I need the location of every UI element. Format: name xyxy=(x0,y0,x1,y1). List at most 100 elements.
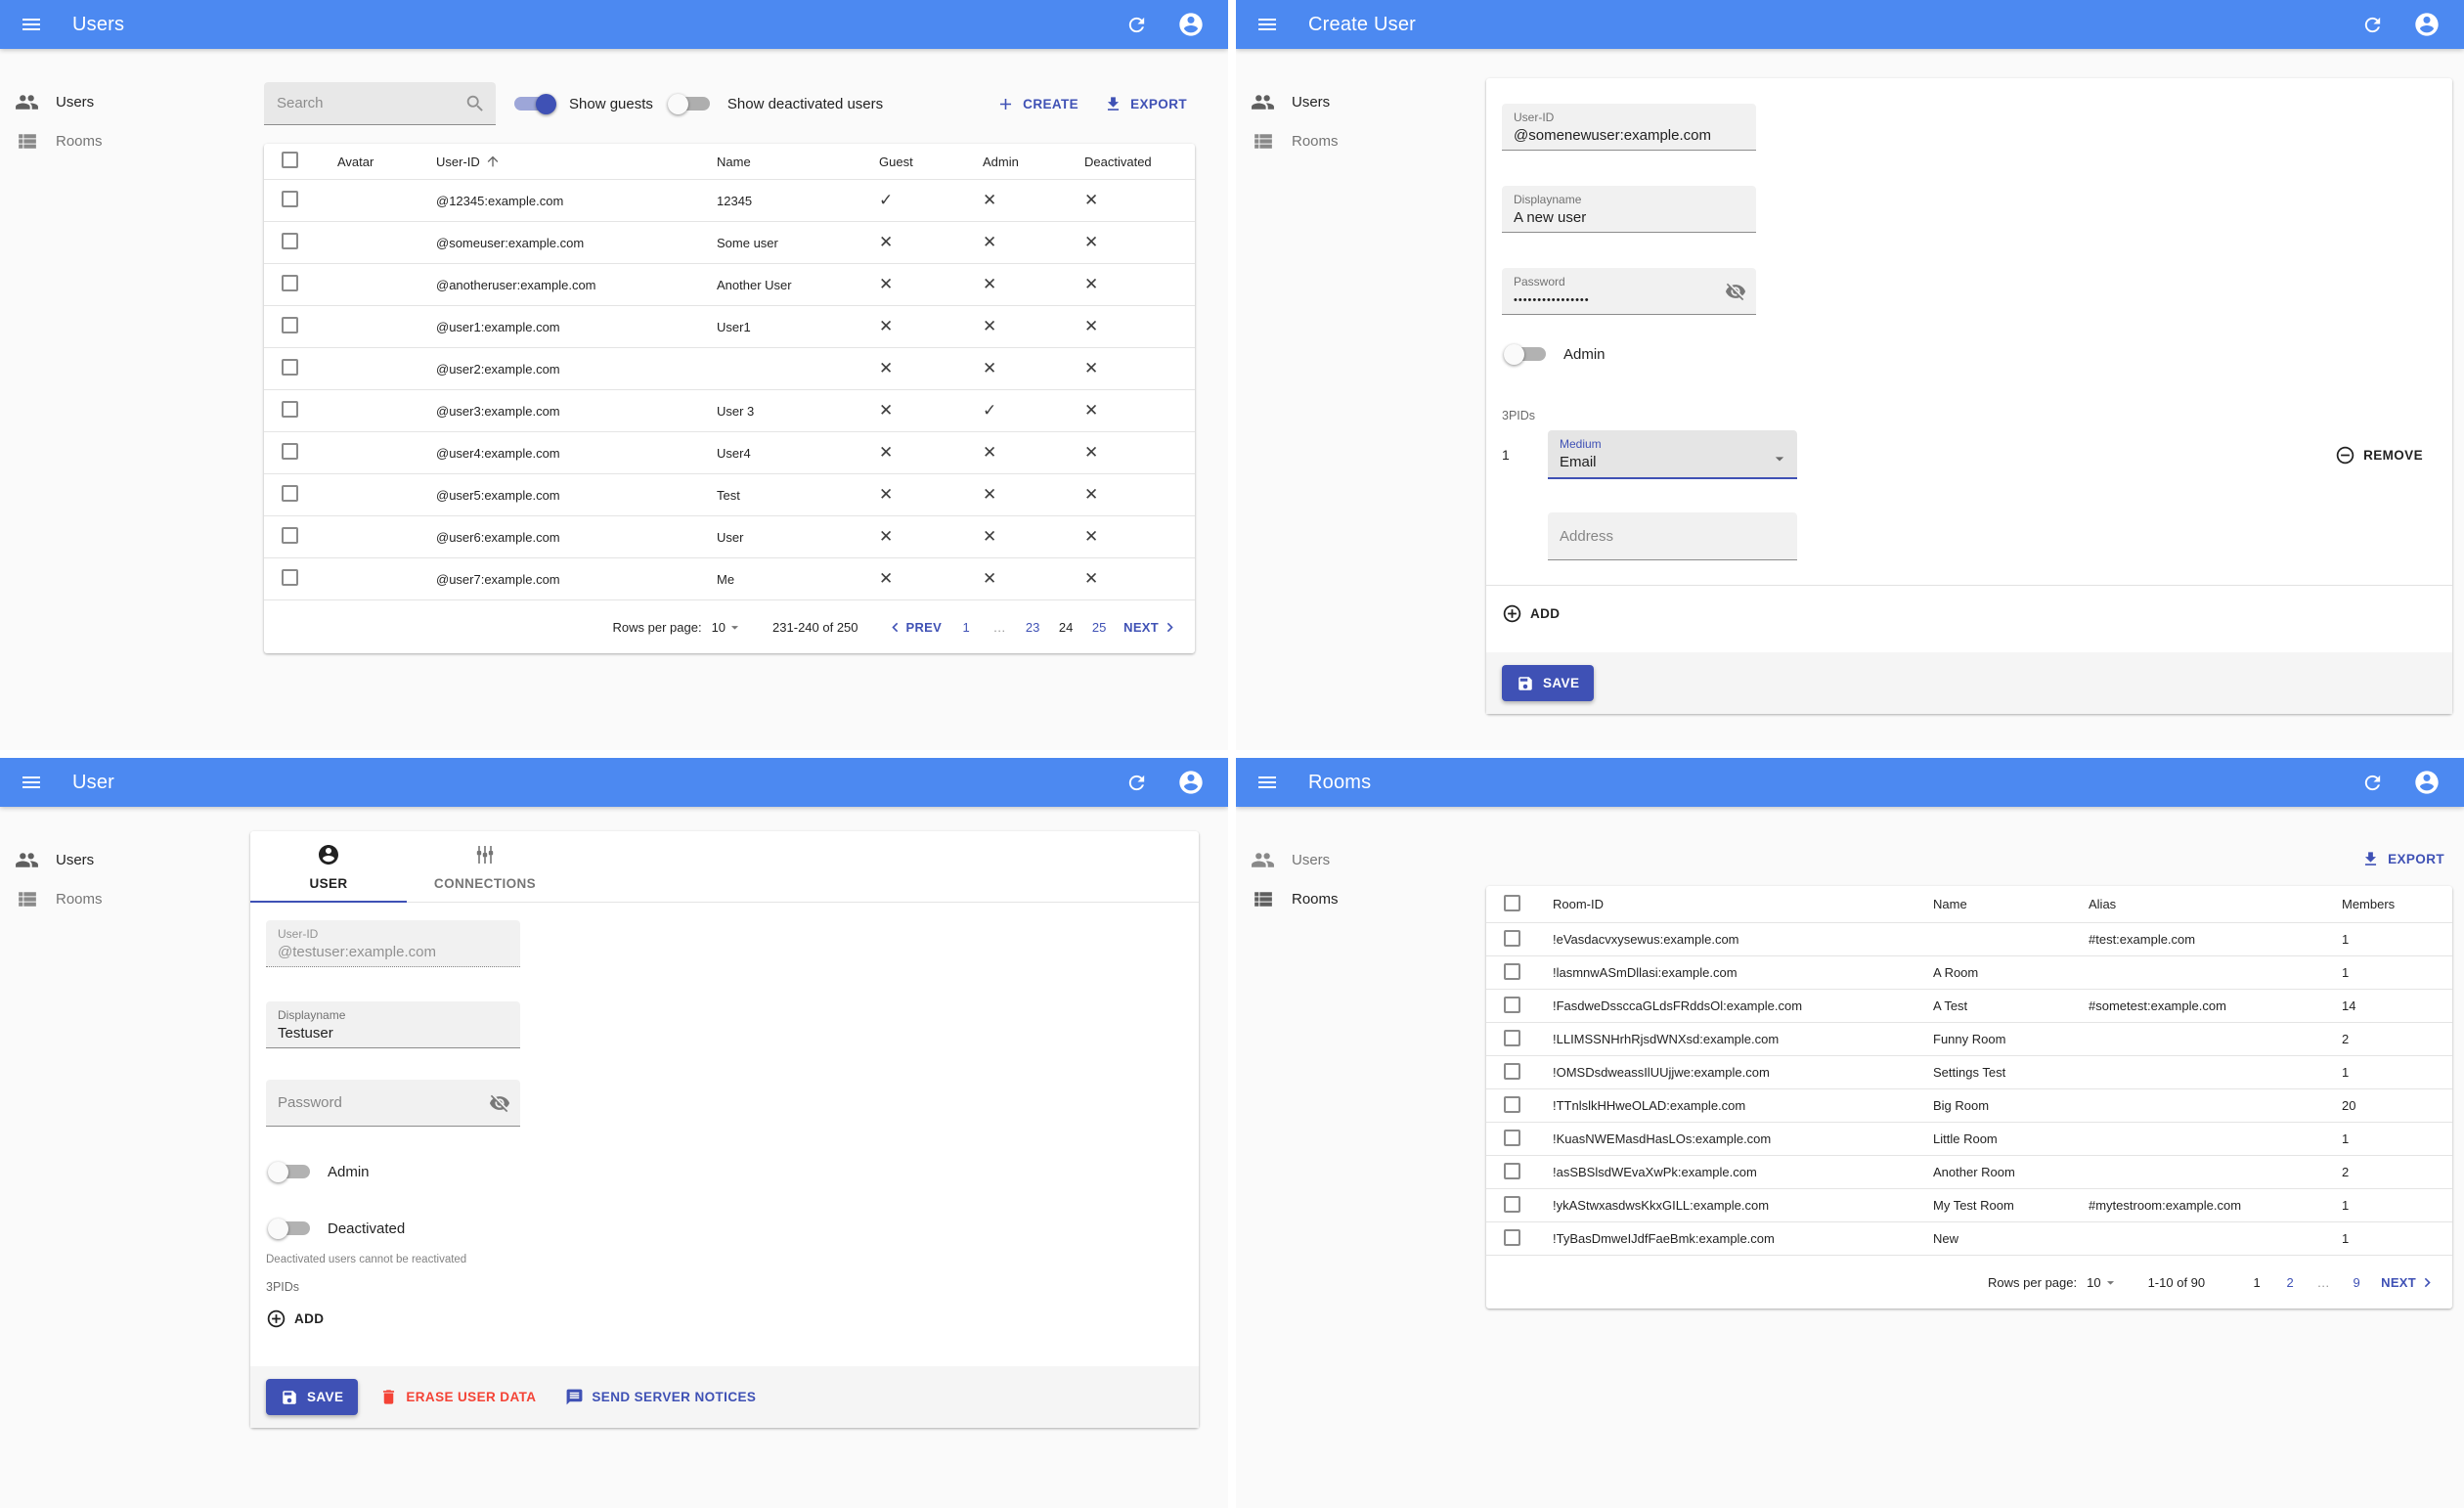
table-row[interactable]: !OMSDsdweassIlUUjjwe:example.com Setting… xyxy=(1486,1056,2452,1089)
menu-icon[interactable] xyxy=(20,13,43,36)
admin-toggle[interactable]: Admin xyxy=(1497,335,2437,373)
sidebar-item-rooms[interactable]: Rooms xyxy=(1236,121,1486,160)
page-link[interactable]: 2 xyxy=(2273,1275,2307,1290)
medium-select[interactable]: Medium Email xyxy=(1548,430,1797,479)
table-row[interactable]: @anotheruser:example.com Another User ✕ … xyxy=(264,264,1195,306)
prev-button[interactable]: PREV xyxy=(886,618,943,637)
displayname-field[interactable]: Displayname Testuser xyxy=(266,1001,520,1048)
refresh-icon[interactable] xyxy=(2361,14,2384,36)
table-row[interactable]: !asSBSlsdWEvaXwPk:example.com Another Ro… xyxy=(1486,1156,2452,1189)
sidebar-item-rooms[interactable]: Rooms xyxy=(0,121,250,160)
visibility-off-icon[interactable] xyxy=(1725,281,1746,302)
add-button[interactable]: ADD xyxy=(1494,598,1567,630)
account-icon[interactable] xyxy=(1177,11,1205,38)
row-checkbox[interactable] xyxy=(1504,1162,1520,1179)
table-row[interactable]: !ykAStwxasdwsKkxGILL:example.com My Test… xyxy=(1486,1189,2452,1222)
sidebar-item-users[interactable]: Users xyxy=(1236,82,1486,121)
address-field[interactable]: Address xyxy=(1548,512,1797,560)
row-checkbox[interactable] xyxy=(282,191,298,207)
tab-user[interactable]: USER xyxy=(250,831,407,903)
row-checkbox[interactable] xyxy=(1504,1029,1520,1046)
page-link[interactable]: 9 xyxy=(2340,1275,2373,1290)
refresh-icon[interactable] xyxy=(1125,772,1148,794)
row-checkbox[interactable] xyxy=(1504,1195,1520,1213)
row-checkbox[interactable] xyxy=(282,317,298,333)
rows-per-page-select[interactable]: 10 xyxy=(712,619,743,636)
refresh-icon[interactable] xyxy=(2361,772,2384,794)
sidebar-item-rooms[interactable]: Rooms xyxy=(0,879,250,918)
password-field[interactable]: Password xyxy=(266,1080,520,1127)
export-button[interactable]: EXPORT xyxy=(2354,844,2452,874)
send-server-notices-button[interactable]: SEND SERVER NOTICES xyxy=(557,1382,764,1412)
refresh-icon[interactable] xyxy=(1125,14,1148,36)
table-row[interactable]: !TyBasDmweIJdfFaeBmk:example.com New 1 xyxy=(1486,1222,2452,1256)
row-checkbox[interactable] xyxy=(1504,1129,1520,1146)
menu-icon[interactable] xyxy=(20,771,43,794)
table-row[interactable]: @user5:example.com Test ✕ ✕ ✕ xyxy=(264,474,1195,516)
password-field[interactable]: Password •••••••••••••••• xyxy=(1502,268,1756,315)
table-row[interactable]: !TTnlslkHHweOLAD:example.com Big Room 20 xyxy=(1486,1089,2452,1123)
table-row[interactable]: @user6:example.com User ✕ ✕ ✕ xyxy=(264,516,1195,558)
deactivated-toggle[interactable]: Deactivated xyxy=(261,1210,1183,1247)
row-checkbox[interactable] xyxy=(1504,929,1520,947)
row-checkbox[interactable] xyxy=(1504,996,1520,1013)
search-input[interactable]: Search xyxy=(264,82,496,125)
sidebar-item-rooms[interactable]: Rooms xyxy=(1236,879,1486,918)
account-icon[interactable] xyxy=(2413,11,2441,38)
row-checkbox[interactable] xyxy=(282,233,298,249)
row-checkbox[interactable] xyxy=(1504,1062,1520,1080)
row-checkbox[interactable] xyxy=(1504,962,1520,980)
sidebar-item-users[interactable]: Users xyxy=(0,840,250,879)
table-row[interactable]: !eVasdacvxysewus:example.com #test:examp… xyxy=(1486,923,2452,956)
select-all-checkbox[interactable] xyxy=(1504,894,1520,911)
table-row[interactable]: !LLIMSSNHrhRjsdWNXsd:example.com Funny R… xyxy=(1486,1023,2452,1056)
table-row[interactable]: !lasmnwASmDllasi:example.com A Room 1 xyxy=(1486,956,2452,990)
table-row[interactable]: !FasdweDssccaGLdsFRddsOl:example.com A T… xyxy=(1486,990,2452,1023)
export-button[interactable]: EXPORT xyxy=(1096,89,1195,119)
add-button[interactable]: ADD xyxy=(258,1303,331,1335)
row-checkbox[interactable] xyxy=(282,401,298,418)
displayname-field[interactable]: Displayname A new user xyxy=(1502,186,1756,233)
row-checkbox[interactable] xyxy=(282,569,298,586)
page-link[interactable]: 23 xyxy=(1016,620,1049,635)
account-icon[interactable] xyxy=(2413,769,2441,796)
show-guests-toggle[interactable]: Show guests xyxy=(503,85,653,122)
page-link[interactable]: 1 xyxy=(949,620,983,635)
show-deactivated-toggle[interactable]: Show deactivated users xyxy=(661,85,883,122)
row-checkbox[interactable] xyxy=(282,527,298,544)
row-checkbox[interactable] xyxy=(282,275,298,291)
col-user-id[interactable]: User-ID xyxy=(422,154,703,169)
next-button[interactable]: NEXT xyxy=(1123,618,1179,637)
row-checkbox[interactable] xyxy=(282,485,298,502)
page-link[interactable]: 25 xyxy=(1082,620,1116,635)
erase-user-data-button[interactable]: ERASE USER DATA xyxy=(372,1382,544,1412)
row-checkbox[interactable] xyxy=(1504,1228,1520,1246)
tab-connections[interactable]: CONNECTIONS xyxy=(407,831,563,902)
table-row[interactable]: @user1:example.com User1 ✕ ✕ ✕ xyxy=(264,306,1195,348)
remove-button[interactable]: REMOVE xyxy=(2327,439,2431,471)
sidebar-item-users[interactable]: Users xyxy=(1236,840,1486,879)
account-icon[interactable] xyxy=(1177,769,1205,796)
table-row[interactable]: @someuser:example.com Some user ✕ ✕ ✕ xyxy=(264,222,1195,264)
table-row[interactable]: !KuasNWEMasdHasLOs:example.com Little Ro… xyxy=(1486,1123,2452,1156)
visibility-off-icon[interactable] xyxy=(489,1092,510,1114)
save-button[interactable]: SAVE xyxy=(1502,665,1595,701)
row-checkbox[interactable] xyxy=(282,359,298,376)
table-row[interactable]: @user7:example.com Me ✕ ✕ ✕ xyxy=(264,558,1195,600)
sidebar-item-users[interactable]: Users xyxy=(0,82,250,121)
table-row[interactable]: @12345:example.com 12345 ✓ ✕ ✕ xyxy=(264,180,1195,222)
row-checkbox[interactable] xyxy=(1504,1095,1520,1113)
select-all-checkbox[interactable] xyxy=(282,152,298,168)
table-row[interactable]: @user3:example.com User 3 ✕ ✓ ✕ xyxy=(264,390,1195,432)
menu-icon[interactable] xyxy=(1255,13,1279,36)
user-id-field[interactable]: User-ID @somenewuser:example.com xyxy=(1502,104,1756,151)
table-row[interactable]: @user4:example.com User4 ✕ ✕ ✕ xyxy=(264,432,1195,474)
create-button[interactable]: CREATE xyxy=(989,89,1086,119)
menu-icon[interactable] xyxy=(1255,771,1279,794)
save-button[interactable]: SAVE xyxy=(266,1379,359,1415)
row-checkbox[interactable] xyxy=(282,443,298,460)
admin-toggle[interactable]: Admin xyxy=(261,1153,1183,1190)
rows-per-page-select[interactable]: 10 xyxy=(2087,1274,2118,1291)
next-button[interactable]: NEXT xyxy=(2381,1273,2437,1292)
table-row[interactable]: @user2:example.com ✕ ✕ ✕ xyxy=(264,348,1195,390)
